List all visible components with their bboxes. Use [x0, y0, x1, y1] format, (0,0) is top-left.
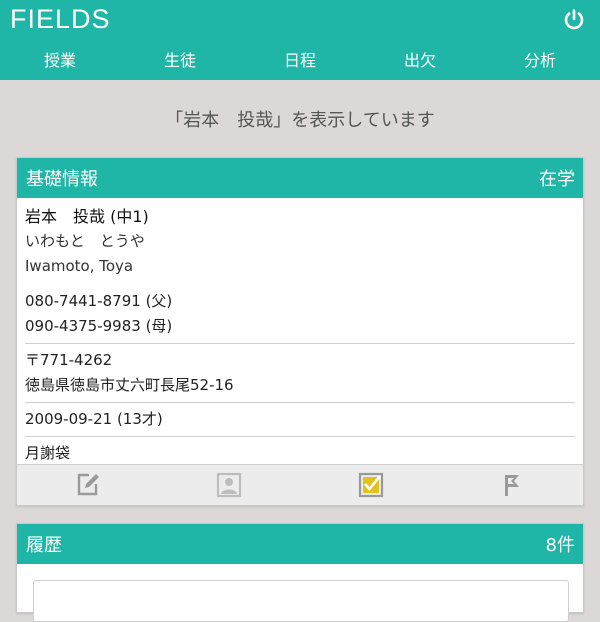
checkbox-button[interactable]: [300, 465, 442, 505]
student-name: 岩本 投哉 (中1): [25, 207, 149, 226]
history-count: 8件: [545, 535, 575, 556]
app-logo[interactable]: FIELDS: [10, 4, 111, 35]
nav-item-schedule[interactable]: 日程: [240, 44, 360, 78]
edit-icon: [77, 473, 99, 496]
phone-mother[interactable]: 090-4375-9983 (母): [25, 314, 575, 339]
divider: [25, 402, 575, 403]
edit-button[interactable]: [17, 465, 159, 505]
contact-icon: [217, 472, 242, 498]
enrollment-status: 在学: [539, 169, 575, 190]
postal-code: 〒771-4262: [25, 351, 113, 369]
history-entry-box[interactable]: [33, 580, 569, 622]
main-nav: 授業 生徒 日程 出欠 分析: [0, 44, 600, 78]
nav-item-students[interactable]: 生徒: [120, 44, 240, 78]
status-message: 「岩本 投哉」を表示しています: [165, 110, 435, 131]
student-romaji: Iwamoto, Toya: [25, 257, 134, 275]
phone-father[interactable]: 080-7441-8791 (父): [25, 289, 575, 314]
basic-info-header: 基礎情報 在学: [17, 158, 583, 198]
history-title: 履歴: [26, 535, 62, 556]
student-kana: いわもと とうや: [25, 232, 145, 250]
flag-icon: [505, 475, 520, 496]
nav-item-attendance[interactable]: 出欠: [360, 44, 480, 78]
info-action-bar: [17, 464, 583, 505]
address: 徳島県徳島市丈六町長尾52-16: [25, 376, 234, 394]
birthday: 2009-09-21 (13才): [25, 410, 163, 428]
basic-info-body: 岩本 投哉 (中1) いわもと とうや Iwamoto, Toya 080-74…: [17, 198, 583, 466]
power-icon[interactable]: [562, 8, 586, 32]
basic-info-title: 基礎情報: [26, 169, 98, 190]
nav-item-classes[interactable]: 授業: [0, 44, 120, 78]
history-header: 履歴 8件: [17, 524, 583, 564]
flag-button[interactable]: [442, 465, 584, 505]
divider: [25, 436, 575, 437]
checkbox-icon: [358, 472, 383, 498]
basic-info-card: 基礎情報 在学 岩本 投哉 (中1) いわもと とうや Iwamoto, Toy…: [16, 157, 584, 506]
app-header: FIELDS 授業 生徒 日程 出欠 分析: [0, 0, 600, 80]
divider: [25, 343, 575, 344]
contact-button[interactable]: [159, 465, 301, 505]
payment-method: 月謝袋: [25, 444, 71, 462]
nav-item-analysis[interactable]: 分析: [480, 44, 600, 78]
